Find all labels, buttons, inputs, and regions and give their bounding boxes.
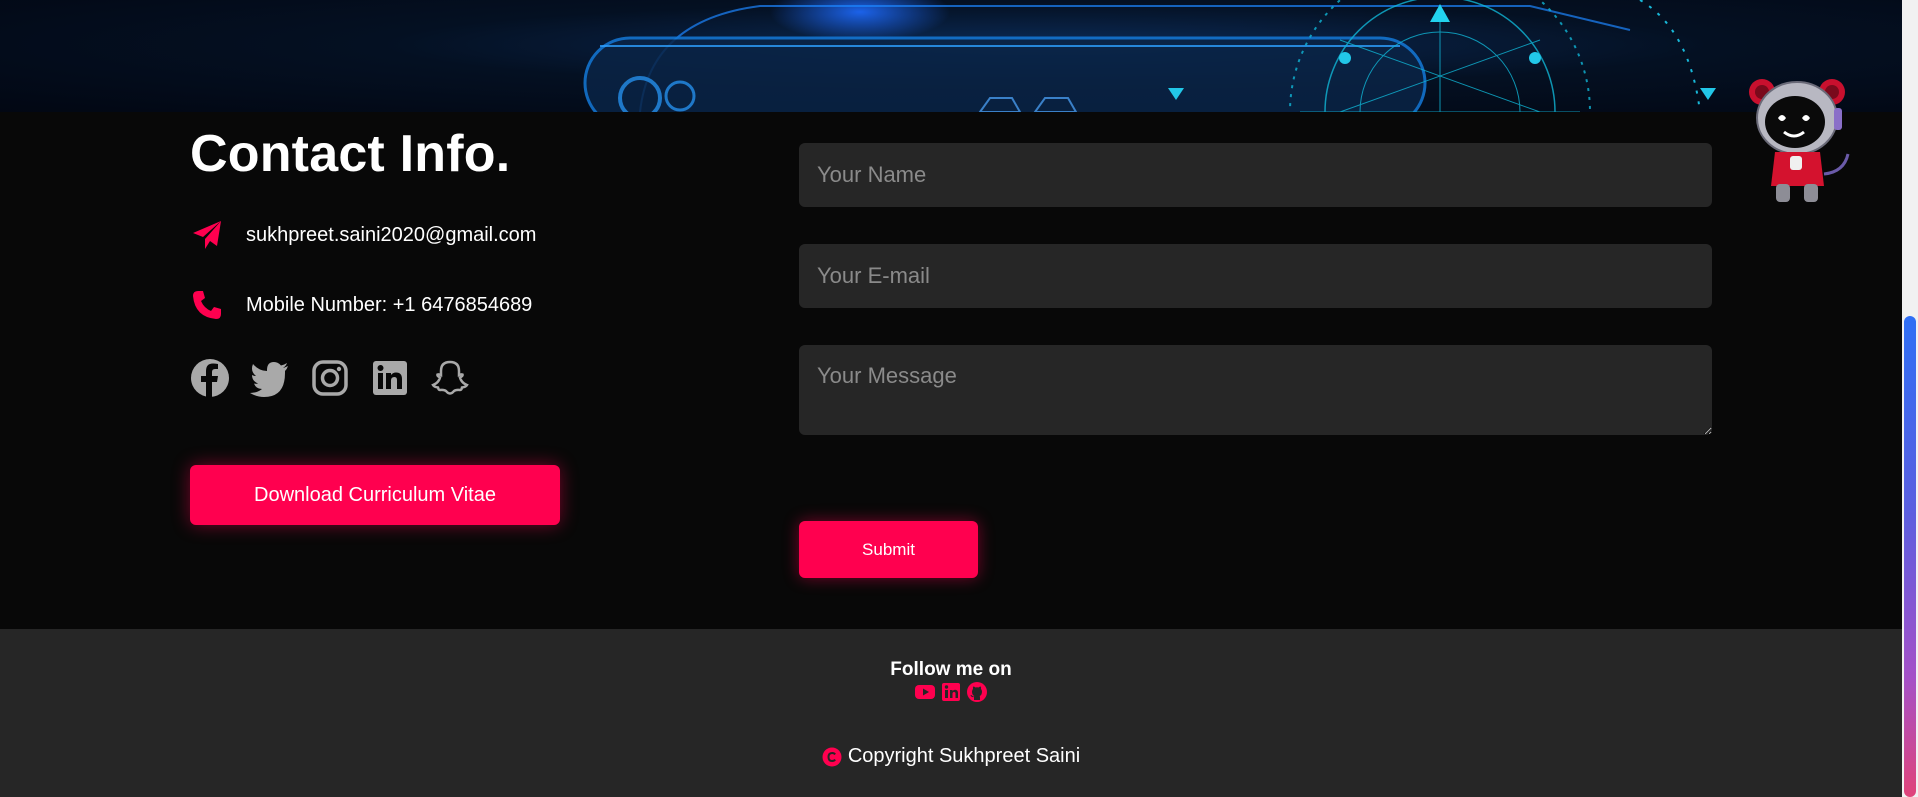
- copyright: Copyright Sukhpreet Saini: [0, 745, 1902, 768]
- email-text[interactable]: sukhpreet.saini2020@gmail.com: [246, 224, 536, 247]
- email-field[interactable]: [799, 244, 1712, 308]
- download-cv-button[interactable]: Download Curriculum Vitae: [190, 465, 560, 525]
- message-field[interactable]: [799, 345, 1712, 435]
- social-links: [190, 358, 470, 398]
- copyright-icon: [822, 747, 842, 767]
- contact-title: Contact Info.: [190, 125, 511, 183]
- footer-social-links: [0, 681, 1902, 703]
- facebook-icon[interactable]: [190, 358, 230, 398]
- linkedin-icon[interactable]: [940, 681, 962, 703]
- linkedin-icon[interactable]: [370, 358, 410, 398]
- github-icon[interactable]: [966, 681, 988, 703]
- name-field[interactable]: [799, 143, 1712, 207]
- snapchat-icon[interactable]: [430, 358, 470, 398]
- mascot-character-image: [1740, 74, 1860, 206]
- email-row: sukhpreet.saini2020@gmail.com: [190, 218, 536, 252]
- instagram-icon[interactable]: [310, 358, 350, 398]
- youtube-icon[interactable]: [914, 681, 936, 703]
- footer: Follow me on Copyright Sukhpreet Saini: [0, 629, 1902, 797]
- paper-plane-icon: [190, 218, 224, 252]
- phone-icon: [190, 288, 224, 322]
- phone-row: Mobile Number: +1 6476854689: [190, 288, 532, 322]
- submit-button[interactable]: Submit: [799, 521, 978, 578]
- scrollbar-thumb[interactable]: [1904, 316, 1916, 797]
- twitter-icon[interactable]: [250, 358, 290, 398]
- copyright-text: Copyright Sukhpreet Saini: [847, 745, 1081, 767]
- hero-banner-image: [0, 0, 1902, 112]
- follow-label: Follow me on: [890, 659, 1012, 680]
- page-scrollbar[interactable]: [1902, 0, 1918, 797]
- contact-section: Contact Info. sukhpreet.saini2020@gmail.…: [0, 112, 1902, 629]
- phone-text: Mobile Number: +1 6476854689: [246, 293, 533, 316]
